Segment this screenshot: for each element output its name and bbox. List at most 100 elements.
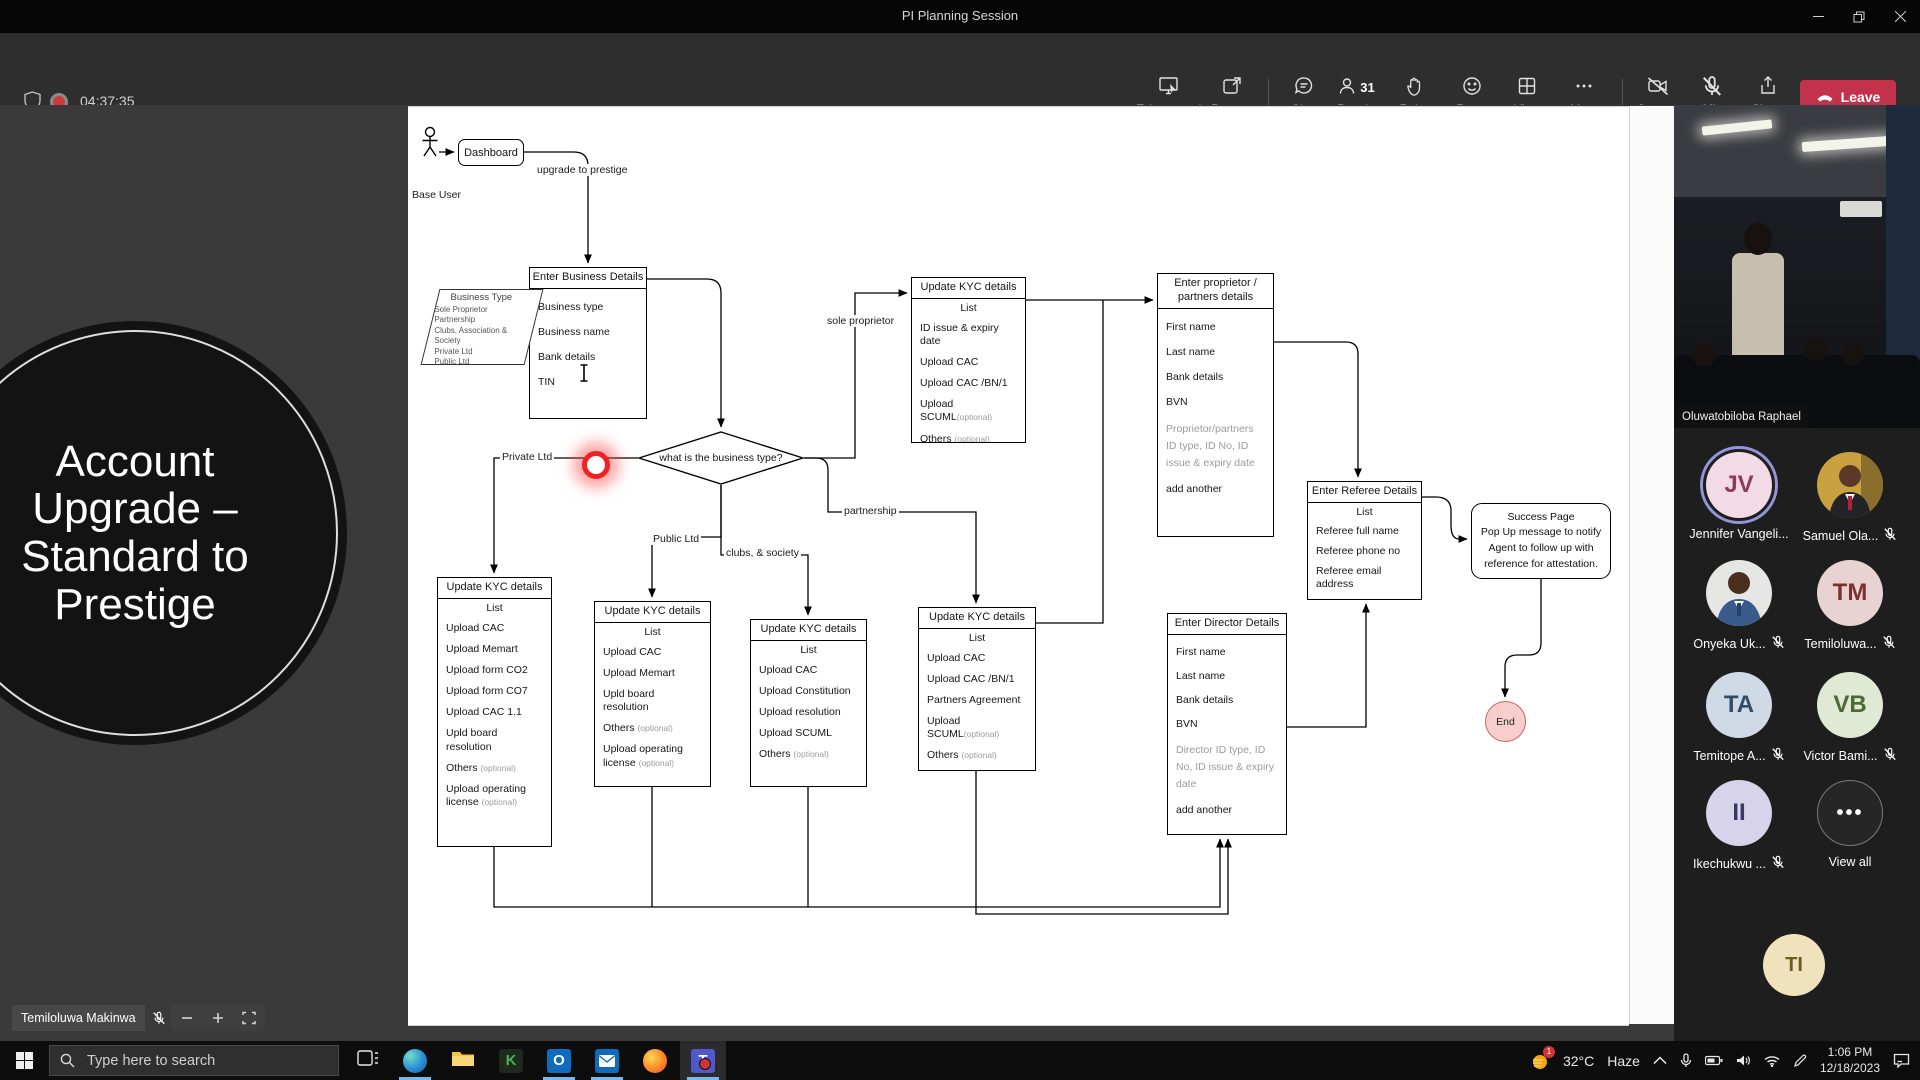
taskbar-search[interactable] bbox=[49, 1045, 339, 1076]
view-icon bbox=[1516, 75, 1538, 100]
action-center-icon[interactable] bbox=[1893, 1053, 1910, 1068]
weather-icon[interactable]: 1 bbox=[1530, 1051, 1550, 1071]
flow-node-kyc-clubs: Update KYC detailsListUpload CACUpload C… bbox=[750, 619, 867, 787]
clock[interactable]: 1:06 PM 12/18/2023 bbox=[1820, 1045, 1880, 1076]
task-view-icon bbox=[357, 1048, 379, 1073]
participant-tile-4[interactable]: TM Temiloluwa... bbox=[1794, 560, 1906, 652]
flow-node-business-type-note: Business TypeSole ProprietorPartnershipC… bbox=[421, 289, 544, 365]
screen-share-stage: AccountUpgrade –Standard toPrestige bbox=[0, 105, 1674, 1041]
participant-tile-2[interactable]: Samuel Ola... bbox=[1794, 452, 1906, 544]
participant-name: View all bbox=[1829, 855, 1872, 869]
flowchart-connectors bbox=[408, 107, 1629, 1025]
taskbar-app-edge[interactable] bbox=[392, 1041, 438, 1080]
tray-time: 1:06 PM bbox=[1820, 1045, 1880, 1061]
taskbar-app-outlook[interactable]: O bbox=[536, 1041, 582, 1080]
firefox-icon bbox=[643, 1049, 667, 1073]
edge-label-private: Private Ltd bbox=[500, 451, 554, 463]
participants-panel: Oluwatobiloba Raphael JVJennifer Vangeli… bbox=[1674, 105, 1920, 1041]
fit-to-screen-button[interactable] bbox=[238, 1007, 260, 1029]
muted-mic-icon bbox=[1771, 855, 1785, 872]
minimize-button[interactable] bbox=[1798, 0, 1838, 33]
edge-label-public: Public Ltd bbox=[651, 533, 701, 545]
muted-mic-icon bbox=[1771, 747, 1785, 764]
weather-condition[interactable]: Haze bbox=[1607, 1053, 1640, 1069]
window-title: PI Planning Session bbox=[0, 8, 1920, 23]
flow-node-decision: what is the business type? bbox=[638, 431, 804, 485]
edge-label-sole: sole proprietor bbox=[825, 315, 896, 327]
flow-node-success: Success PagePop Up message to notifyAgen… bbox=[1471, 503, 1611, 579]
explorer-icon bbox=[451, 1048, 475, 1073]
restore-icon bbox=[1853, 11, 1865, 23]
flow-node-kyc-partnership: Update KYC detailsListUpload CACUpload C… bbox=[918, 607, 1036, 771]
pop-out-icon bbox=[1221, 75, 1243, 100]
chat-icon bbox=[1293, 75, 1315, 100]
flow-node-kyc-private: Update KYC detailsListUpload CACUpload M… bbox=[437, 577, 552, 847]
taskbar-app-teams[interactable]: T bbox=[680, 1041, 726, 1080]
edge-label-upgrade: upgrade to prestige bbox=[535, 164, 629, 176]
wifi-icon[interactable] bbox=[1764, 1055, 1780, 1067]
participant-tile-6[interactable]: VBVictor Bami... bbox=[1794, 672, 1906, 764]
presenter-video-tile[interactable]: Oluwatobiloba Raphael bbox=[1674, 105, 1920, 428]
flow-node-kyc-public: Update KYC detailsListUpload CACUpload M… bbox=[594, 601, 711, 787]
edge-label-partnership: partnership bbox=[842, 505, 899, 517]
presenter-overlay-pill: Temiloluwa Makinwa bbox=[12, 1005, 173, 1031]
search-input[interactable] bbox=[85, 1052, 319, 1070]
flow-node-end: End bbox=[1485, 701, 1526, 742]
avatar: TA bbox=[1706, 672, 1772, 738]
windows-logo-icon bbox=[16, 1052, 33, 1069]
pen-icon[interactable] bbox=[1793, 1054, 1807, 1068]
taskbar-app-task-view[interactable] bbox=[345, 1041, 391, 1080]
zoom-in-button[interactable] bbox=[207, 1007, 229, 1029]
weather-temp[interactable]: 32°C bbox=[1563, 1053, 1594, 1069]
muted-mic-icon bbox=[1883, 527, 1897, 544]
slide-title-text: AccountUpgrade –Standard toPrestige bbox=[0, 321, 347, 745]
mic-icon bbox=[1701, 75, 1723, 100]
avatar bbox=[1817, 452, 1883, 518]
avatar: II bbox=[1706, 780, 1772, 846]
tray-mic-icon[interactable] bbox=[1680, 1053, 1692, 1068]
flow-node-kyc-sole: Update KYC detailsListID issue & expiry … bbox=[911, 277, 1026, 443]
flow-node-proprietor: Enter proprietor / partners detailsFirst… bbox=[1157, 273, 1274, 537]
taskbar-app-firefox[interactable] bbox=[632, 1041, 678, 1080]
participant-count-badge: 31 bbox=[1360, 80, 1374, 95]
restore-button[interactable] bbox=[1839, 0, 1879, 33]
participant-name: Onyeka Uk... bbox=[1693, 637, 1765, 651]
muted-mic-icon bbox=[1882, 635, 1896, 652]
laser-pointer-dot bbox=[582, 451, 610, 479]
start-button[interactable] bbox=[0, 1041, 48, 1080]
search-icon bbox=[60, 1053, 75, 1068]
people-icon bbox=[1337, 75, 1357, 100]
presenter-muted-mic-icon bbox=[145, 1005, 173, 1031]
video-scene bbox=[1674, 105, 1920, 197]
flow-node-dashboard: Dashboard bbox=[458, 139, 524, 166]
participant-tile-3[interactable]: Onyeka Uk... bbox=[1683, 560, 1795, 652]
taskbar-app-mail[interactable] bbox=[584, 1041, 630, 1080]
edge-icon bbox=[403, 1049, 427, 1073]
more-icon bbox=[1573, 75, 1595, 100]
overflow-avatar: ••• bbox=[1817, 780, 1883, 846]
participant-tile-5[interactable]: TATemitope A... bbox=[1683, 672, 1795, 764]
flow-node-director: Enter Director DetailsFirst nameLast nam… bbox=[1167, 613, 1287, 835]
meeting-control-bar: 04:37:35 Take control Pop out Chat 31Peo… bbox=[0, 33, 1920, 105]
close-button[interactable] bbox=[1880, 0, 1920, 33]
canvas-margin bbox=[1629, 106, 1675, 1024]
avatar: JV bbox=[1706, 452, 1772, 518]
volume-icon[interactable] bbox=[1736, 1054, 1751, 1067]
tray-expand-chevron-icon[interactable] bbox=[1653, 1056, 1667, 1065]
participant-tile-7[interactable]: IIIkechukwu ... bbox=[1683, 780, 1795, 872]
zoom-out-button[interactable] bbox=[176, 1007, 198, 1029]
participant-name: Victor Bami... bbox=[1803, 749, 1877, 763]
flowchart-canvas: DashboardEnter Business DetailsBusiness … bbox=[408, 106, 1629, 1026]
participant-tile-8[interactable]: ••• View all bbox=[1794, 780, 1906, 869]
participant-name: Temiloluwa... bbox=[1804, 637, 1876, 651]
taskbar-app-explorer[interactable] bbox=[440, 1041, 486, 1080]
system-tray: 1 32°C Haze 1:06 PM 12/18/2023 bbox=[1530, 1041, 1920, 1080]
battery-icon[interactable] bbox=[1705, 1055, 1723, 1066]
leave-phone-icon bbox=[1816, 92, 1834, 102]
self-avatar[interactable]: TI bbox=[1763, 934, 1825, 996]
participant-tile-1[interactable]: JVJennifer Vangeli... bbox=[1683, 452, 1795, 541]
avatar: TM bbox=[1817, 560, 1883, 626]
muted-mic-icon bbox=[1771, 635, 1785, 652]
actor-base-user bbox=[423, 128, 438, 157]
taskbar-app-k-app[interactable]: K bbox=[488, 1041, 534, 1080]
